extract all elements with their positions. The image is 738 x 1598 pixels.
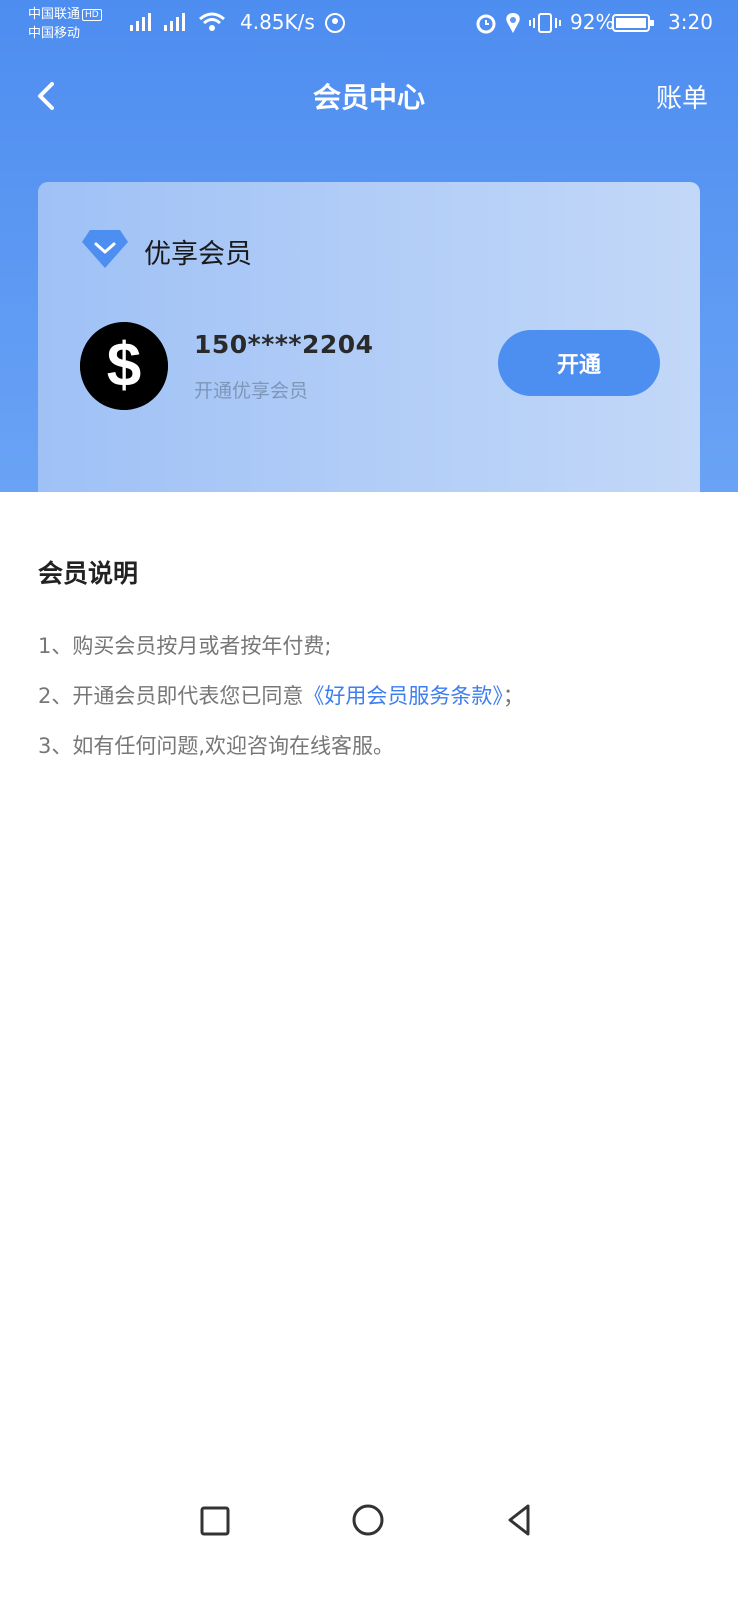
open-membership-button[interactable]: 开通 xyxy=(498,330,660,396)
vibrate-icon xyxy=(529,13,561,33)
circle-nav-icon[interactable] xyxy=(348,1500,388,1540)
phone-number: 150****2204 xyxy=(194,330,374,359)
rule-text: 2、开通会员即代表您已同意 xyxy=(38,684,304,708)
carrier-2: 中国移动 xyxy=(28,26,81,41)
signal-icon xyxy=(164,13,185,31)
svg-text:$: $ xyxy=(107,331,141,400)
triangle-back-icon[interactable] xyxy=(500,1500,540,1540)
member-level: 优享会员 xyxy=(144,239,252,270)
status-bar: 中国联通 HD 中国移动 4.85K/s 92% 3:20 xyxy=(0,0,738,46)
signal-icon xyxy=(130,13,151,31)
bill-link[interactable]: 账单 xyxy=(656,78,708,115)
battery-icon xyxy=(612,14,654,32)
battery-percent: 92% xyxy=(570,10,615,34)
rule-item: 1、购买会员按月或者按年付费; xyxy=(38,634,332,658)
page-title: 会员中心 xyxy=(312,81,425,114)
diamond-icon xyxy=(82,230,128,268)
location-icon xyxy=(506,13,520,33)
dollar-avatar-icon: $ xyxy=(80,322,168,410)
card-subtitle: 开通优享会员 xyxy=(194,380,309,402)
carrier-1: 中国联通 HD xyxy=(28,8,102,22)
network-speed: 4.85K/s xyxy=(240,10,315,34)
square-nav-icon[interactable] xyxy=(194,1500,234,1540)
rule-item: 2、开通会员即代表您已同意《好用会员服务条款》； xyxy=(38,680,524,710)
rule-item: 3、如有任何问题,欢迎咨询在线客服。 xyxy=(38,734,395,758)
clock: 3:20 xyxy=(668,10,713,34)
hd-badge: HD xyxy=(82,9,102,21)
user-circle-icon xyxy=(325,13,345,33)
alarm-icon xyxy=(476,14,496,34)
wifi-icon xyxy=(199,12,225,31)
section-title: 会员说明 xyxy=(38,559,139,588)
member-card: 优享会员 $ 150****2204 开通优享会员 开通 xyxy=(38,182,700,492)
terms-link[interactable]: 《好用会员服务条款》 xyxy=(303,684,503,708)
rule-suffix: ； xyxy=(502,684,524,708)
